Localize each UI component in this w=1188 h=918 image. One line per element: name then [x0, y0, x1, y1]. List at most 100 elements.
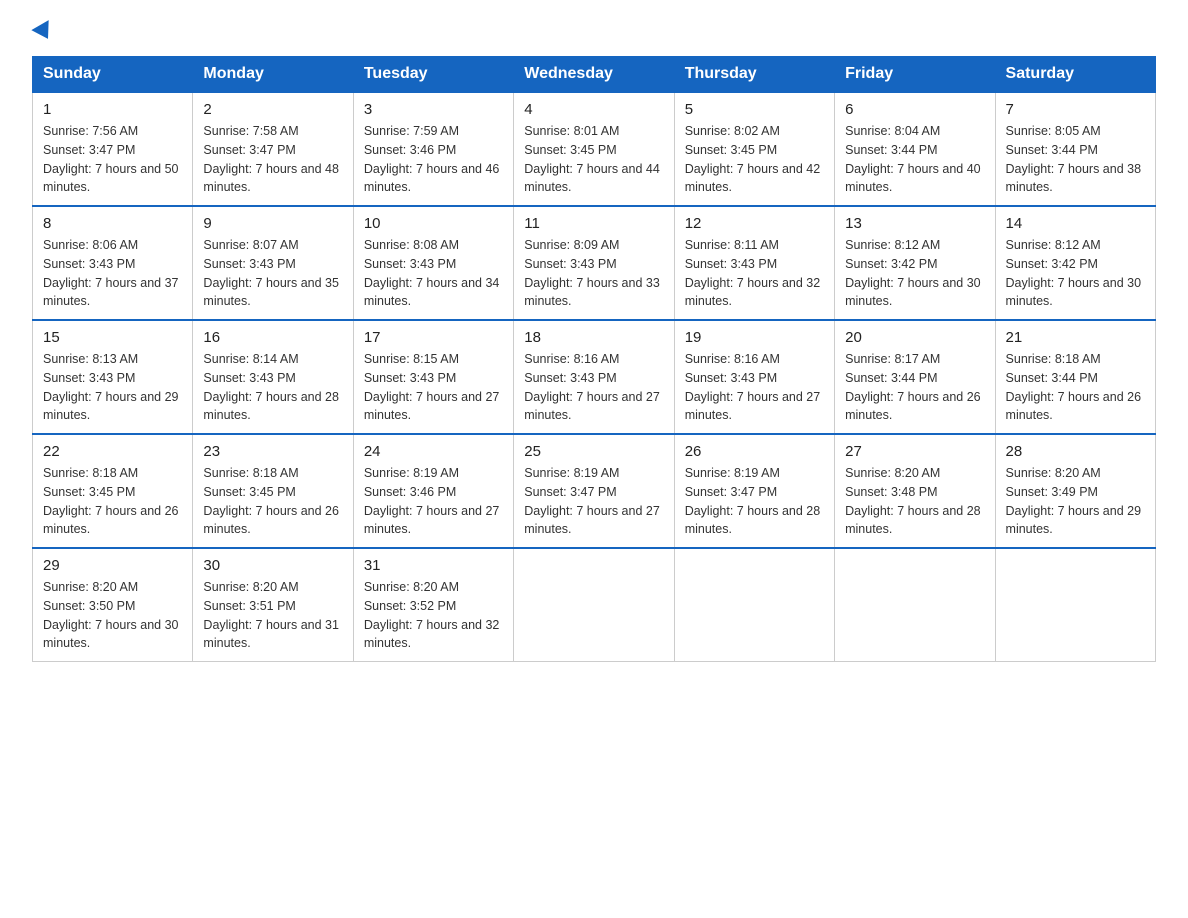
- calendar-week-row: 1 Sunrise: 7:56 AM Sunset: 3:47 PM Dayli…: [33, 92, 1156, 206]
- day-info: Sunrise: 8:18 AM Sunset: 3:45 PM Dayligh…: [43, 464, 182, 539]
- calendar-cell: 22 Sunrise: 8:18 AM Sunset: 3:45 PM Dayl…: [33, 434, 193, 548]
- day-number: 15: [43, 329, 182, 346]
- day-number: 31: [364, 557, 503, 574]
- day-info: Sunrise: 8:17 AM Sunset: 3:44 PM Dayligh…: [845, 350, 984, 425]
- calendar-cell: 9 Sunrise: 8:07 AM Sunset: 3:43 PM Dayli…: [193, 206, 353, 320]
- calendar-cell: 31 Sunrise: 8:20 AM Sunset: 3:52 PM Dayl…: [353, 548, 513, 662]
- day-info: Sunrise: 8:20 AM Sunset: 3:48 PM Dayligh…: [845, 464, 984, 539]
- day-info: Sunrise: 8:15 AM Sunset: 3:43 PM Dayligh…: [364, 350, 503, 425]
- day-number: 18: [524, 329, 663, 346]
- calendar-cell: 11 Sunrise: 8:09 AM Sunset: 3:43 PM Dayl…: [514, 206, 674, 320]
- day-number: 6: [845, 101, 984, 118]
- day-info: Sunrise: 7:59 AM Sunset: 3:46 PM Dayligh…: [364, 122, 503, 197]
- day-number: 22: [43, 443, 182, 460]
- calendar-cell: 14 Sunrise: 8:12 AM Sunset: 3:42 PM Dayl…: [995, 206, 1155, 320]
- calendar-cell: 6 Sunrise: 8:04 AM Sunset: 3:44 PM Dayli…: [835, 92, 995, 206]
- day-number: 28: [1006, 443, 1145, 460]
- calendar-cell: 17 Sunrise: 8:15 AM Sunset: 3:43 PM Dayl…: [353, 320, 513, 434]
- day-info: Sunrise: 8:19 AM Sunset: 3:47 PM Dayligh…: [685, 464, 824, 539]
- day-info: Sunrise: 8:01 AM Sunset: 3:45 PM Dayligh…: [524, 122, 663, 197]
- calendar-cell: 29 Sunrise: 8:20 AM Sunset: 3:50 PM Dayl…: [33, 548, 193, 662]
- day-number: 27: [845, 443, 984, 460]
- day-info: Sunrise: 8:08 AM Sunset: 3:43 PM Dayligh…: [364, 236, 503, 311]
- calendar-cell: 13 Sunrise: 8:12 AM Sunset: 3:42 PM Dayl…: [835, 206, 995, 320]
- day-info: Sunrise: 7:56 AM Sunset: 3:47 PM Dayligh…: [43, 122, 182, 197]
- day-info: Sunrise: 8:11 AM Sunset: 3:43 PM Dayligh…: [685, 236, 824, 311]
- day-info: Sunrise: 8:05 AM Sunset: 3:44 PM Dayligh…: [1006, 122, 1145, 197]
- day-number: 1: [43, 101, 182, 118]
- column-header-sunday: Sunday: [33, 57, 193, 93]
- day-info: Sunrise: 8:12 AM Sunset: 3:42 PM Dayligh…: [845, 236, 984, 311]
- column-header-friday: Friday: [835, 57, 995, 93]
- day-number: 3: [364, 101, 503, 118]
- day-number: 4: [524, 101, 663, 118]
- calendar-cell: 3 Sunrise: 7:59 AM Sunset: 3:46 PM Dayli…: [353, 92, 513, 206]
- day-info: Sunrise: 8:19 AM Sunset: 3:46 PM Dayligh…: [364, 464, 503, 539]
- day-number: 11: [524, 215, 663, 232]
- calendar-cell: 5 Sunrise: 8:02 AM Sunset: 3:45 PM Dayli…: [674, 92, 834, 206]
- column-header-thursday: Thursday: [674, 57, 834, 93]
- day-number: 8: [43, 215, 182, 232]
- day-info: Sunrise: 8:20 AM Sunset: 3:50 PM Dayligh…: [43, 578, 182, 653]
- day-number: 23: [203, 443, 342, 460]
- calendar-cell: 25 Sunrise: 8:19 AM Sunset: 3:47 PM Dayl…: [514, 434, 674, 548]
- calendar-cell: 20 Sunrise: 8:17 AM Sunset: 3:44 PM Dayl…: [835, 320, 995, 434]
- day-number: 25: [524, 443, 663, 460]
- calendar-cell: [995, 548, 1155, 662]
- day-info: Sunrise: 8:18 AM Sunset: 3:44 PM Dayligh…: [1006, 350, 1145, 425]
- day-info: Sunrise: 8:06 AM Sunset: 3:43 PM Dayligh…: [43, 236, 182, 311]
- column-header-wednesday: Wednesday: [514, 57, 674, 93]
- calendar-cell: [514, 548, 674, 662]
- day-info: Sunrise: 8:20 AM Sunset: 3:49 PM Dayligh…: [1006, 464, 1145, 539]
- day-number: 26: [685, 443, 824, 460]
- day-number: 7: [1006, 101, 1145, 118]
- calendar-cell: 12 Sunrise: 8:11 AM Sunset: 3:43 PM Dayl…: [674, 206, 834, 320]
- calendar-cell: [835, 548, 995, 662]
- logo-triangle-icon: [31, 20, 56, 44]
- day-number: 9: [203, 215, 342, 232]
- day-number: 10: [364, 215, 503, 232]
- calendar-week-row: 8 Sunrise: 8:06 AM Sunset: 3:43 PM Dayli…: [33, 206, 1156, 320]
- day-info: Sunrise: 8:12 AM Sunset: 3:42 PM Dayligh…: [1006, 236, 1145, 311]
- calendar-cell: 26 Sunrise: 8:19 AM Sunset: 3:47 PM Dayl…: [674, 434, 834, 548]
- day-number: 20: [845, 329, 984, 346]
- day-info: Sunrise: 8:20 AM Sunset: 3:51 PM Dayligh…: [203, 578, 342, 653]
- day-info: Sunrise: 8:20 AM Sunset: 3:52 PM Dayligh…: [364, 578, 503, 653]
- calendar-week-row: 15 Sunrise: 8:13 AM Sunset: 3:43 PM Dayl…: [33, 320, 1156, 434]
- calendar-cell: 23 Sunrise: 8:18 AM Sunset: 3:45 PM Dayl…: [193, 434, 353, 548]
- day-info: Sunrise: 7:58 AM Sunset: 3:47 PM Dayligh…: [203, 122, 342, 197]
- day-info: Sunrise: 8:14 AM Sunset: 3:43 PM Dayligh…: [203, 350, 342, 425]
- day-number: 14: [1006, 215, 1145, 232]
- day-number: 13: [845, 215, 984, 232]
- calendar-cell: 27 Sunrise: 8:20 AM Sunset: 3:48 PM Dayl…: [835, 434, 995, 548]
- day-number: 2: [203, 101, 342, 118]
- calendar-cell: 8 Sunrise: 8:06 AM Sunset: 3:43 PM Dayli…: [33, 206, 193, 320]
- column-header-saturday: Saturday: [995, 57, 1155, 93]
- day-info: Sunrise: 8:13 AM Sunset: 3:43 PM Dayligh…: [43, 350, 182, 425]
- day-number: 19: [685, 329, 824, 346]
- day-info: Sunrise: 8:19 AM Sunset: 3:47 PM Dayligh…: [524, 464, 663, 539]
- day-number: 5: [685, 101, 824, 118]
- day-info: Sunrise: 8:07 AM Sunset: 3:43 PM Dayligh…: [203, 236, 342, 311]
- day-number: 30: [203, 557, 342, 574]
- day-info: Sunrise: 8:16 AM Sunset: 3:43 PM Dayligh…: [685, 350, 824, 425]
- day-number: 17: [364, 329, 503, 346]
- column-header-monday: Monday: [193, 57, 353, 93]
- day-number: 21: [1006, 329, 1145, 346]
- calendar-cell: 30 Sunrise: 8:20 AM Sunset: 3:51 PM Dayl…: [193, 548, 353, 662]
- day-info: Sunrise: 8:02 AM Sunset: 3:45 PM Dayligh…: [685, 122, 824, 197]
- calendar-cell: 28 Sunrise: 8:20 AM Sunset: 3:49 PM Dayl…: [995, 434, 1155, 548]
- calendar-week-row: 29 Sunrise: 8:20 AM Sunset: 3:50 PM Dayl…: [33, 548, 1156, 662]
- calendar-cell: 15 Sunrise: 8:13 AM Sunset: 3:43 PM Dayl…: [33, 320, 193, 434]
- page-header: [32, 24, 1156, 40]
- day-info: Sunrise: 8:16 AM Sunset: 3:43 PM Dayligh…: [524, 350, 663, 425]
- column-header-tuesday: Tuesday: [353, 57, 513, 93]
- calendar-cell: 2 Sunrise: 7:58 AM Sunset: 3:47 PM Dayli…: [193, 92, 353, 206]
- day-number: 12: [685, 215, 824, 232]
- day-number: 16: [203, 329, 342, 346]
- calendar-cell: 19 Sunrise: 8:16 AM Sunset: 3:43 PM Dayl…: [674, 320, 834, 434]
- calendar-cell: 16 Sunrise: 8:14 AM Sunset: 3:43 PM Dayl…: [193, 320, 353, 434]
- calendar-cell: 10 Sunrise: 8:08 AM Sunset: 3:43 PM Dayl…: [353, 206, 513, 320]
- calendar-cell: 1 Sunrise: 7:56 AM Sunset: 3:47 PM Dayli…: [33, 92, 193, 206]
- calendar-table: SundayMondayTuesdayWednesdayThursdayFrid…: [32, 56, 1156, 662]
